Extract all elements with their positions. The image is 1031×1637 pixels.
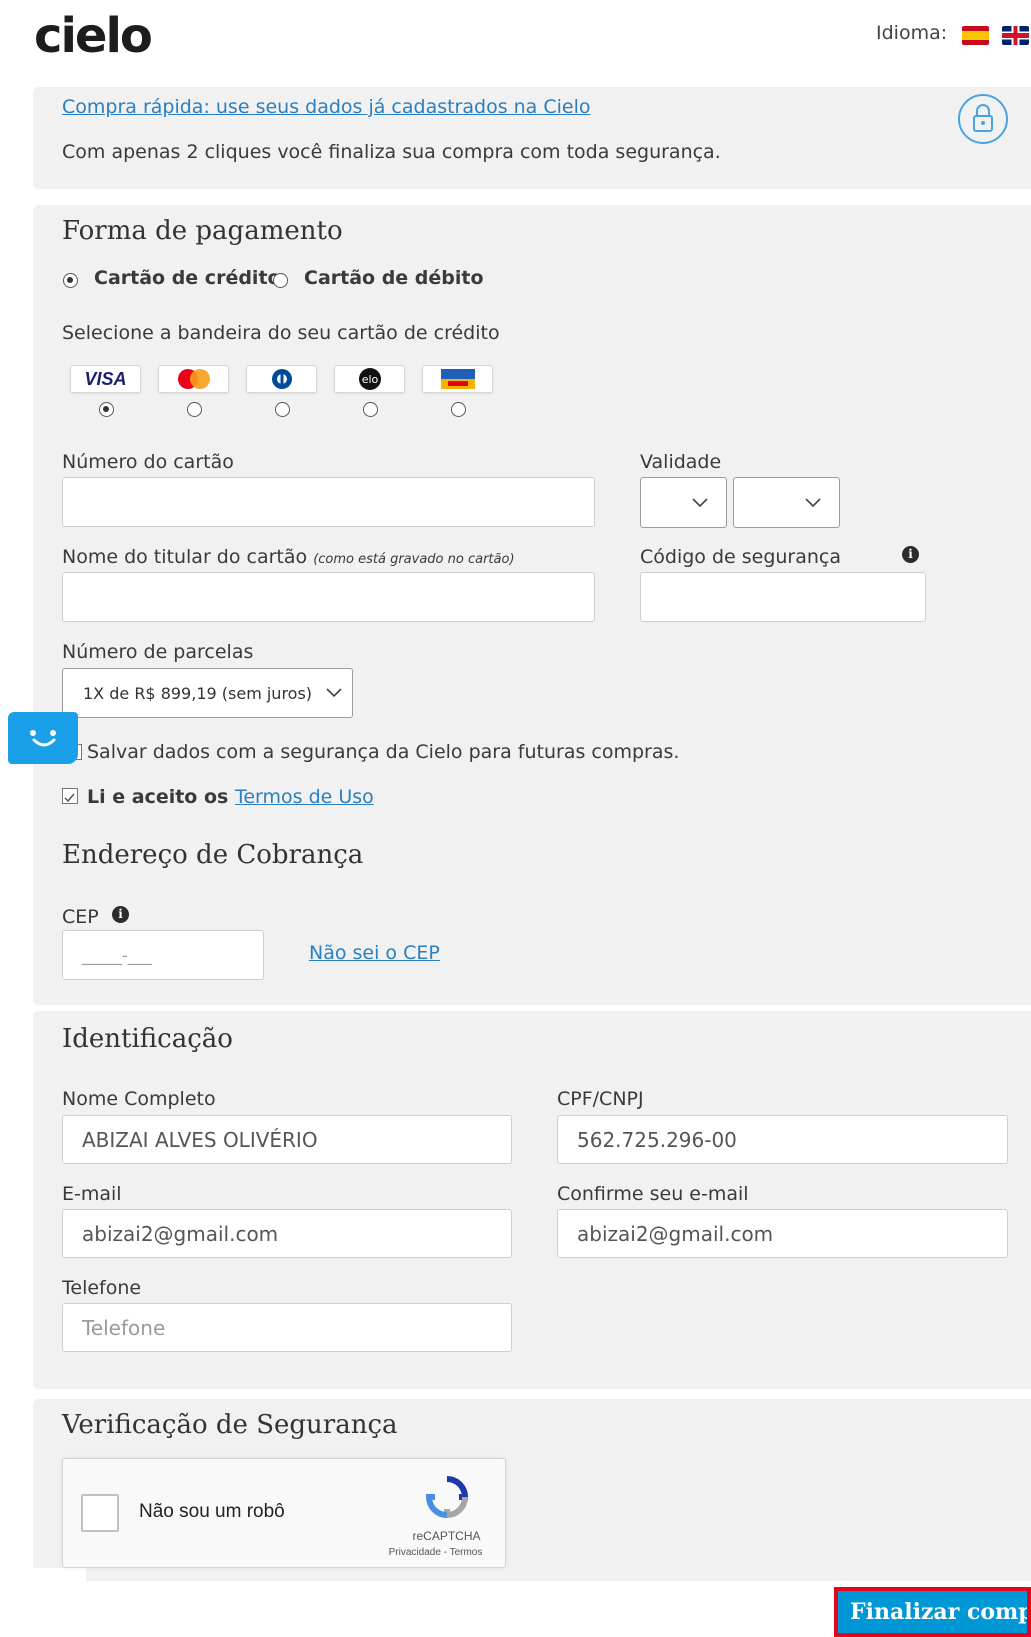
visa-logo-text: VISA bbox=[84, 368, 127, 389]
installments-value: 1X de R$ 899,19 (sem juros) bbox=[83, 683, 313, 703]
security-code-input[interactable] bbox=[640, 572, 926, 622]
terms-link[interactable]: Termos de Uso bbox=[235, 786, 374, 808]
holder-name-input[interactable] bbox=[62, 572, 595, 622]
bot-eye-icon bbox=[30, 730, 36, 736]
chat-bot-button[interactable] bbox=[8, 712, 78, 764]
credit-card-label[interactable]: Cartão de crédito bbox=[94, 267, 281, 289]
security-code-label: Código de segurança bbox=[640, 546, 842, 568]
elo-brand-icon[interactable]: elo bbox=[334, 365, 405, 393]
card-number-label: Número do cartão bbox=[62, 451, 234, 473]
mastercard-radio[interactable] bbox=[187, 402, 202, 417]
payment-title: Forma de pagamento bbox=[62, 216, 343, 246]
cep-input[interactable]: _____-___ bbox=[62, 930, 264, 980]
holder-label-row: Nome do titular do cartão (como está gra… bbox=[62, 546, 515, 568]
cep-label: CEP bbox=[62, 906, 99, 928]
save-data-label: Salvar dados com a segurança da Cielo pa… bbox=[87, 741, 680, 763]
recaptcha-icon bbox=[425, 1476, 469, 1519]
bot-smile-icon bbox=[32, 738, 56, 747]
chevron-down-icon bbox=[326, 688, 342, 698]
language-label: Idioma: bbox=[876, 22, 948, 44]
uk-flag-icon[interactable] bbox=[1002, 26, 1029, 45]
mastercard-brand-icon[interactable] bbox=[158, 365, 229, 393]
info-icon[interactable]: i bbox=[112, 906, 129, 923]
unknown-cep-link[interactable]: Não sei o CEP bbox=[309, 942, 440, 964]
quick-buy-link[interactable]: Compra rápida: use seus dados já cadastr… bbox=[62, 96, 591, 118]
holder-hint: (como está gravado no cartão) bbox=[313, 552, 515, 567]
chevron-down-icon bbox=[805, 497, 821, 507]
diners-radio[interactable] bbox=[275, 402, 290, 417]
recaptcha-checkbox[interactable] bbox=[81, 1494, 119, 1532]
brand-prompt: Selecione a bandeira do seu cartão de cr… bbox=[62, 322, 500, 344]
recaptcha-label: Não sou um robô bbox=[139, 1501, 285, 1522]
aura-radio[interactable] bbox=[451, 402, 466, 417]
recaptcha-widget: Não sou um robô reCAPTCHA Privacidade - … bbox=[62, 1458, 506, 1568]
quick-buy-description: Com apenas 2 cliques você finaliza sua c… bbox=[62, 141, 721, 163]
phone-input[interactable]: Telefone bbox=[62, 1303, 512, 1352]
elo-radio[interactable] bbox=[363, 402, 378, 417]
installments-select[interactable]: 1X de R$ 899,19 (sem juros) bbox=[62, 668, 353, 718]
diners-brand-icon[interactable] bbox=[246, 365, 317, 393]
lock-icon bbox=[958, 94, 1008, 144]
full-name-input[interactable]: ABIZAI ALVES OLIVÉRIO bbox=[62, 1115, 512, 1164]
spain-flag-icon[interactable] bbox=[962, 26, 989, 45]
bot-eye-icon bbox=[50, 730, 56, 736]
svg-text:elo: elo bbox=[361, 373, 378, 386]
full-name-label: Nome Completo bbox=[62, 1088, 216, 1110]
security-title: Verificação de Segurança bbox=[62, 1410, 398, 1440]
visa-brand-icon[interactable]: VISA bbox=[70, 365, 141, 393]
phone-label: Telefone bbox=[62, 1277, 142, 1299]
debit-card-label[interactable]: Cartão de débito bbox=[304, 267, 484, 289]
cpf-input[interactable]: 562.725.296-00 bbox=[557, 1115, 1008, 1164]
recaptcha-brand: reCAPTCHA bbox=[412, 1529, 481, 1543]
email-input[interactable]: abizai2@gmail.com bbox=[62, 1209, 512, 1258]
info-icon[interactable]: i bbox=[902, 546, 919, 563]
visa-radio[interactable] bbox=[99, 402, 114, 417]
credit-card-radio[interactable] bbox=[63, 273, 78, 288]
validity-label: Validade bbox=[640, 451, 722, 473]
identification-title: Identificação bbox=[62, 1024, 233, 1054]
installments-label: Número de parcelas bbox=[62, 641, 254, 663]
card-number-input[interactable] bbox=[62, 477, 595, 527]
debit-card-radio[interactable] bbox=[273, 273, 288, 288]
terms-prefix: Li e aceito os bbox=[87, 786, 229, 808]
terms-checkbox[interactable] bbox=[62, 788, 78, 804]
terms-row: Li e aceito os Termos de Uso bbox=[87, 786, 374, 808]
billing-title: Endereço de Cobrança bbox=[62, 840, 364, 870]
validity-month-select[interactable] bbox=[640, 477, 727, 528]
cielo-logo: cielo bbox=[34, 8, 153, 64]
recaptcha-links[interactable]: Privacidade - Termos bbox=[373, 1547, 498, 1558]
cpf-label: CPF/CNPJ bbox=[557, 1088, 644, 1110]
chevron-down-icon bbox=[692, 497, 708, 507]
email-label: E-mail bbox=[62, 1183, 122, 1205]
confirm-email-input[interactable]: abizai2@gmail.com bbox=[557, 1209, 1008, 1258]
confirm-email-label: Confirme seu e-mail bbox=[557, 1183, 749, 1205]
aura-brand-icon[interactable] bbox=[422, 365, 493, 393]
finalize-highlight: Finalizar compra bbox=[834, 1587, 1031, 1637]
holder-label: Nome do titular do cartão bbox=[62, 546, 308, 568]
page-gap bbox=[0, 1568, 86, 1637]
finalize-purchase-button[interactable]: Finalizar compra bbox=[838, 1591, 1027, 1633]
validity-year-select[interactable] bbox=[733, 477, 840, 528]
